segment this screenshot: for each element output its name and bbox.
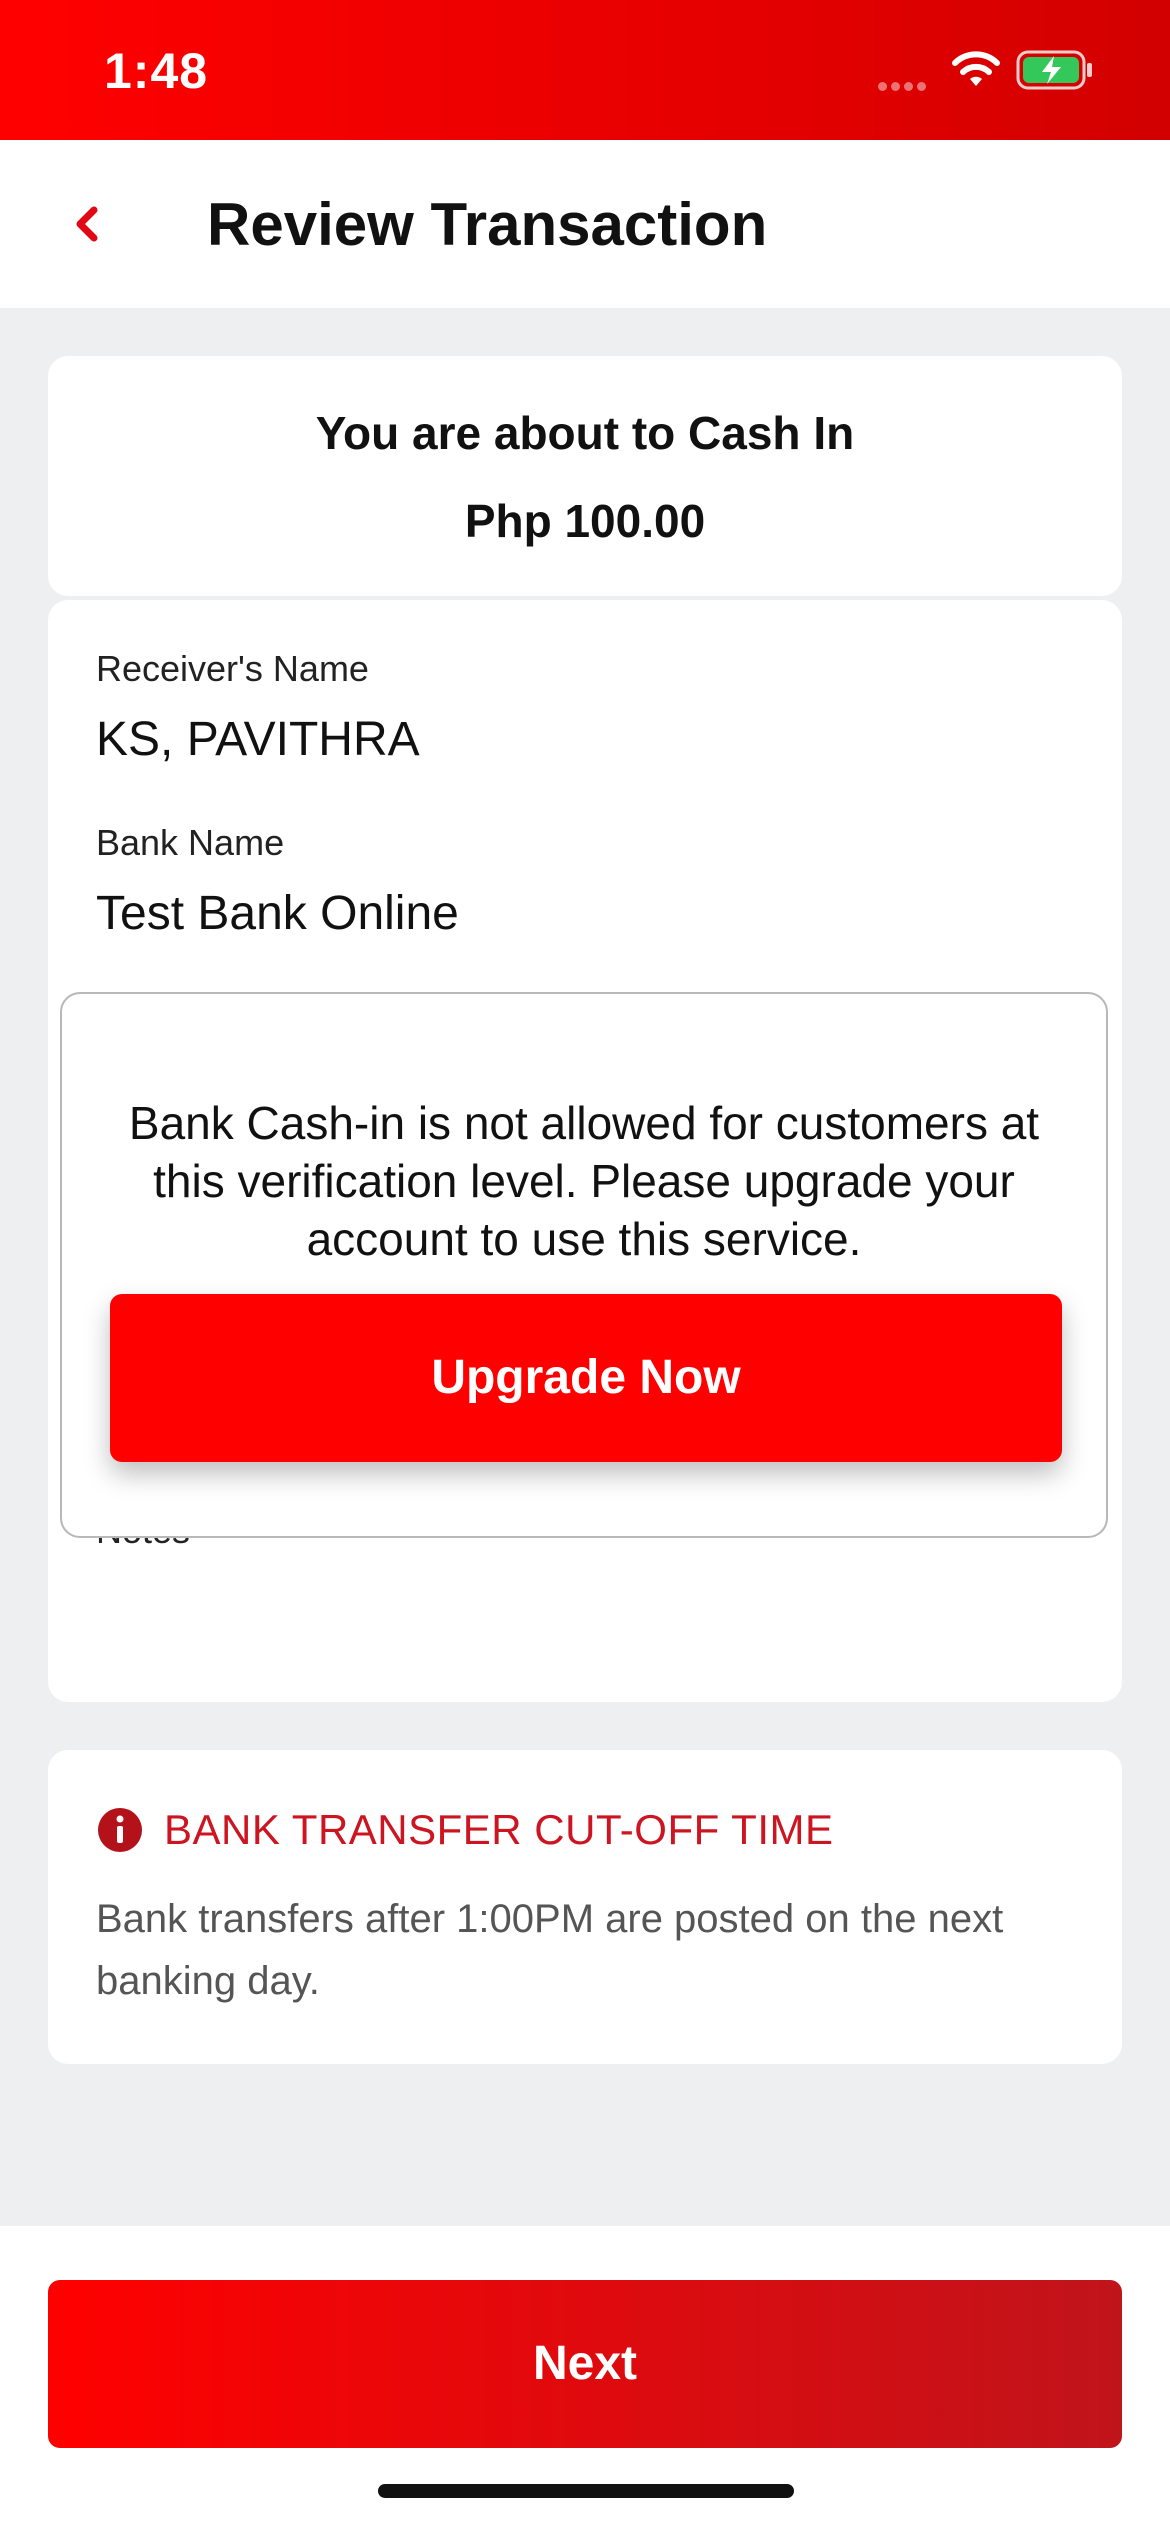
cutoff-title: BANK TRANSFER CUT-OFF TIME — [164, 1806, 834, 1853]
back-button[interactable] — [60, 184, 140, 264]
info-icon — [98, 1808, 142, 1852]
status-time: 1:48 — [104, 43, 209, 99]
status-icons — [878, 48, 1118, 98]
dialog-message: Bank Cash-in is not allowed for customer… — [128, 1097, 1040, 1265]
summary-amount: Php 100.00 — [464, 495, 706, 547]
next-button[interactable]: Next — [48, 2280, 1122, 2448]
wifi-icon — [952, 51, 1000, 86]
bank-name-label: Bank Name — [96, 822, 285, 863]
signal-icon — [878, 78, 930, 96]
status-bar: 1:48 — [0, 0, 1170, 140]
upgrade-dialog: Bank Cash-in is not allowed for customer… — [60, 992, 1108, 1538]
battery-charging-icon — [1016, 50, 1092, 90]
chevron-left-icon — [76, 206, 98, 242]
summary-card: You are about to Cash In Php 100.00 — [48, 356, 1122, 596]
page-title: Review Transaction — [207, 191, 768, 258]
upgrade-now-button[interactable]: Upgrade Now — [110, 1294, 1062, 1462]
nav-bar: Review Transaction — [0, 140, 1170, 308]
cutoff-notice-card: BANK TRANSFER CUT-OFF TIME Bank transfer… — [48, 1750, 1122, 2064]
home-indicator — [378, 2484, 794, 2498]
receiver-name-value: KS, PAVITHRA — [96, 713, 420, 766]
bank-name-value: Test Bank Online — [96, 887, 459, 940]
summary-heading: You are about to Cash In — [315, 407, 855, 459]
cutoff-text: Bank transfers after 1:00PM are posted o… — [96, 1897, 1004, 2003]
receiver-name-label: Receiver's Name — [96, 648, 369, 689]
